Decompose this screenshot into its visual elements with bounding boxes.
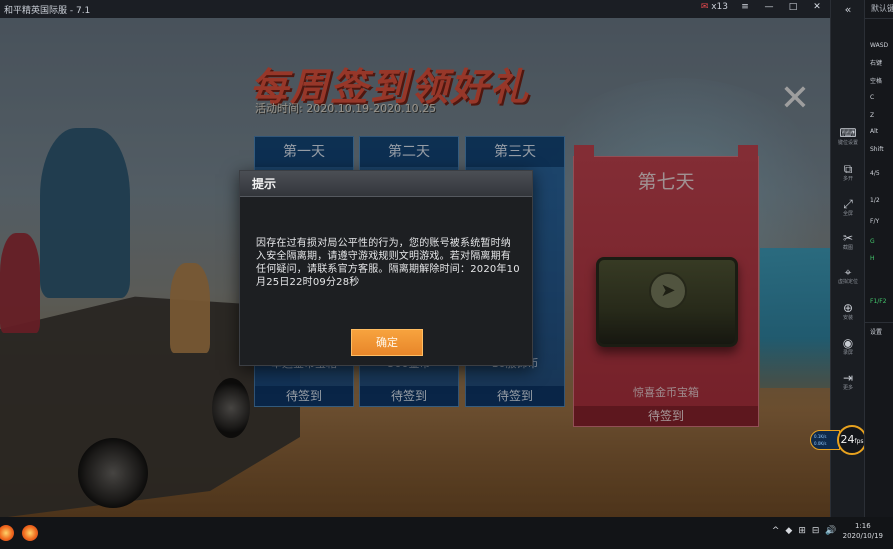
screen: 和平精英国际服 - 7.1 ✉ x13 ≡ — □ ✕ 每周签到领好礼 活动时间… xyxy=(0,0,893,549)
menu-button[interactable]: ≡ xyxy=(738,2,752,12)
collapse-toolbar-button[interactable]: « xyxy=(831,3,865,16)
toolbar-record[interactable]: ◉ 录屏 xyxy=(831,337,865,357)
toolbar-label: 多开 xyxy=(842,176,853,182)
app-icon xyxy=(22,525,38,541)
multi-window-icon: ⧉ xyxy=(843,162,853,176)
taskbar: ^ ◆ ⊞ ⊟ 🔊 1:16 2020/10/19 xyxy=(0,517,893,549)
net-up-speed: 0.1K/s xyxy=(814,434,827,439)
toolbar-more[interactable]: ⇥ 更多 xyxy=(831,372,865,392)
install-icon: ⊕ xyxy=(842,301,854,315)
net-down-speed: 0.0K/s xyxy=(814,441,827,446)
panel-title: 默认键位 xyxy=(871,4,893,13)
taskbar-app-2[interactable] xyxy=(18,521,42,545)
volume-icon[interactable]: 🔊 xyxy=(825,526,836,536)
toolbar-screenshot[interactable]: ✂ 截图 xyxy=(831,232,865,252)
tray-shield-icon[interactable]: ◆ xyxy=(785,526,792,536)
clock-time: 1:16 xyxy=(854,522,871,530)
key-item[interactable]: 1/2 xyxy=(870,197,880,204)
clock-date: 2020/10/19 xyxy=(842,532,883,540)
badge-count: 13 xyxy=(716,2,728,12)
window-title: 和平精英国际服 - 7.1 xyxy=(4,6,91,16)
maximize-button[interactable]: □ xyxy=(786,2,800,12)
toolbar-fullscreen[interactable]: ⤢ 全屏 xyxy=(831,198,865,218)
dialog-title: 提示 xyxy=(240,171,532,197)
tray-expand-icon[interactable]: ^ xyxy=(772,526,780,536)
record-icon: ◉ xyxy=(842,336,854,350)
key-item[interactable]: 4/5 xyxy=(870,170,880,177)
scissors-icon: ✂ xyxy=(842,231,854,245)
key-item[interactable]: Shift xyxy=(870,146,884,153)
notice-dialog: 提示 因存在过有损对局公平性的行为，您的账号被系统暂时纳入安全隔离期，请遵守游戏… xyxy=(239,170,533,366)
keymap-panel: 默认键位 WASD 右键 空格 C Z Alt Shift 4/5 1/2 F/… xyxy=(864,0,893,517)
toolbar-label: 虚拟定位 xyxy=(837,279,858,285)
toolbar-label: 键位设置 xyxy=(837,140,858,146)
titlebar-controls: ✉ x13 ≡ — □ ✕ xyxy=(701,2,824,12)
notification-icon: ✉ xyxy=(700,2,709,12)
game-viewport: 每周签到领好礼 活动时间: 2020.10.19-2020.10.25 ✕ 第一… xyxy=(0,18,830,517)
location-icon: ⌖ xyxy=(844,265,852,279)
key-item[interactable]: Alt xyxy=(870,128,878,135)
fps-unit: fps xyxy=(854,438,864,445)
dialog-message: 因存在过有损对局公平性的行为，您的账号被系统暂时纳入安全隔离期，请遵守游戏规则文… xyxy=(256,238,520,288)
key-item[interactable]: 设置 xyxy=(870,327,882,336)
minimize-button[interactable]: — xyxy=(762,2,776,12)
key-item[interactable]: C xyxy=(870,94,874,101)
toolbar-keymap[interactable]: ⌨ 键位设置 xyxy=(831,127,865,147)
notification-badge[interactable]: ✉ x13 xyxy=(701,2,728,12)
fps-counter[interactable]: 24fps xyxy=(837,425,867,455)
toolbar-label: 更多 xyxy=(842,385,853,391)
taskbar-app-1[interactable] xyxy=(0,521,18,545)
exit-icon: ⇥ xyxy=(842,371,854,385)
fps-value: 24 xyxy=(840,433,855,446)
fullscreen-icon: ⤢ xyxy=(843,197,853,211)
toolbar-label: 截图 xyxy=(842,245,853,251)
key-item[interactable]: Z xyxy=(870,112,874,119)
divider xyxy=(865,18,893,19)
tray-display-icon[interactable]: ⊟ xyxy=(812,526,820,536)
key-item[interactable]: F1/F2 xyxy=(870,298,887,305)
app-icon xyxy=(0,525,14,541)
key-item[interactable]: G xyxy=(870,238,875,245)
toolbar-label: 全屏 xyxy=(842,211,853,217)
close-window-button[interactable]: ✕ xyxy=(810,2,824,12)
toolbar-label: 录屏 xyxy=(842,350,853,356)
confirm-button[interactable]: 确定 xyxy=(351,329,423,356)
key-item[interactable]: F/Y xyxy=(870,218,879,225)
key-item[interactable]: 右键 xyxy=(870,58,882,67)
toolbar-location[interactable]: ⌖ 虚拟定位 xyxy=(831,266,865,286)
keyboard-icon: ⌨ xyxy=(839,126,857,140)
tray-network-icon[interactable]: ⊞ xyxy=(798,526,806,536)
divider xyxy=(865,322,893,323)
network-speed-widget: 0.1K/s 0.0K/s xyxy=(810,430,840,450)
emulator-titlebar: 和平精英国际服 - 7.1 ✉ x13 ≡ — □ ✕ xyxy=(0,0,830,18)
toolbar-label: 安装 xyxy=(842,315,853,321)
key-item[interactable]: 空格 xyxy=(870,76,882,85)
key-item[interactable]: WASD xyxy=(870,42,888,49)
system-tray: ^ ◆ ⊞ ⊟ 🔊 1:16 2020/10/19 xyxy=(772,521,883,541)
system-clock[interactable]: 1:16 2020/10/19 xyxy=(843,521,883,541)
key-item[interactable]: H xyxy=(870,255,875,262)
toolbar-multi[interactable]: ⧉ 多开 xyxy=(831,163,865,183)
toolbar-install[interactable]: ⊕ 安装 xyxy=(831,302,865,322)
